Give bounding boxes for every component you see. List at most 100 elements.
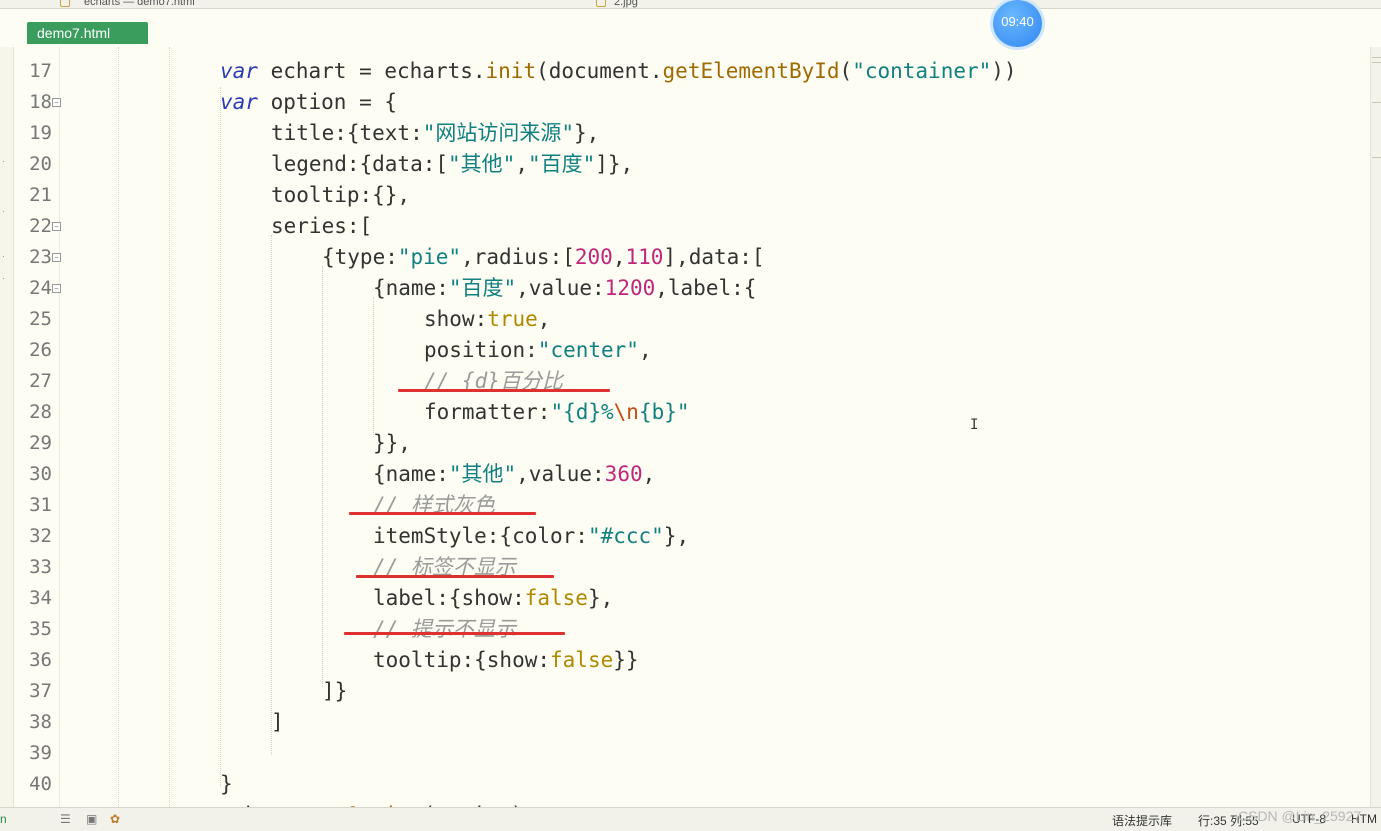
code-token: }},	[373, 431, 411, 455]
code-token: ,radius:[	[461, 245, 575, 269]
code-line[interactable]: var echart = echarts.init(document.getEl…	[220, 56, 1017, 87]
code-line[interactable]: {name:"百度",value:1200,label:{	[373, 273, 756, 304]
code-line[interactable]: }	[220, 769, 233, 800]
code-token: ,	[642, 462, 656, 486]
window-tab-fragment-image[interactable]: 2.jpg	[614, 0, 638, 8]
annotation-underline	[349, 512, 536, 515]
code-token: label:{show:	[373, 586, 525, 610]
line-number: 29	[29, 432, 52, 454]
code-line[interactable]: ]	[271, 707, 284, 738]
code-line[interactable]: ]}	[322, 676, 347, 707]
code-line[interactable]: echart.setOption(option);	[220, 800, 536, 807]
line-number: 39	[29, 742, 52, 764]
code-line[interactable]: position:"center",	[424, 335, 652, 366]
line-number: 21	[29, 184, 52, 206]
code-token: ,value:	[516, 276, 605, 300]
panel-marker: ·	[2, 252, 5, 261]
text-cursor-icon: I	[970, 417, 979, 433]
code-line[interactable]: // 标签不显示	[373, 552, 516, 583]
line-number: 34	[29, 587, 52, 609]
code-token: option = {	[257, 90, 398, 114]
code-line[interactable]: itemStyle:{color:"#ccc"},	[373, 521, 689, 552]
scroll-marker	[1372, 157, 1381, 158]
code-token: "网站访问来源"	[422, 121, 575, 145]
code-line[interactable]: legend:{data:["其他","百度"]},	[271, 149, 633, 180]
window-tab-fragment[interactable]: echarts — demo7.html	[84, 0, 195, 8]
code-token: },	[663, 524, 690, 548]
code-token: 360	[604, 462, 643, 486]
status-bar: n ☰ ▣ ✿ 语法提示库 行:35 列:55 UTF-8 HTM CSDN @…	[0, 807, 1381, 831]
indent-guide	[373, 297, 374, 437]
code-token: itemStyle:{color:	[373, 524, 588, 548]
line-number: 32	[29, 525, 52, 547]
code-token: tooltip:{show:	[373, 648, 551, 672]
line-number: 24	[29, 277, 52, 299]
vertical-scrollbar[interactable]	[1370, 47, 1381, 807]
code-token: "#ccc"	[587, 524, 664, 548]
code-line[interactable]: {type:"pie",radius:[200,110],data:[	[322, 242, 765, 273]
code-token: series:[	[271, 214, 373, 238]
code-line[interactable]: }},	[373, 428, 411, 459]
code-token: var	[220, 90, 258, 114]
code-line[interactable]: // 提示不显示	[373, 614, 516, 645]
line-number: 25	[29, 308, 52, 330]
code-token: "pie"	[397, 245, 462, 269]
code-token: var	[220, 59, 258, 83]
code-line[interactable]: // 样式灰色	[373, 490, 495, 521]
watermark: CSDN @Lin_25927	[1238, 808, 1362, 824]
code-token: }}	[613, 648, 639, 672]
line-number: 38	[29, 711, 52, 733]
settings-icon[interactable]: ✿	[110, 812, 120, 826]
list-icon[interactable]: ☰	[60, 812, 71, 826]
code-token: "百度"	[448, 276, 517, 300]
line-number-gutter: 17 18−19 20 21 22−23−24−25 26 27 28 29 30 31 32 33 34…	[14, 47, 61, 826]
code-token: false	[524, 586, 588, 610]
window-top-bar: echarts — demo7.html 2.jpg	[0, 0, 1381, 9]
line-number: 20	[29, 153, 52, 175]
code-line[interactable]: var option = {	[220, 87, 397, 118]
code-token: },	[574, 121, 600, 145]
code-line[interactable]: tooltip:{},	[271, 180, 410, 211]
scroll-marker	[1372, 102, 1381, 103]
file-icon	[60, 0, 70, 7]
tab-demo7-html[interactable]: demo7.html	[27, 22, 148, 44]
editor-tab-bar: demo7.html	[0, 9, 1381, 47]
code-token: {type:	[322, 245, 398, 269]
code-line[interactable]: series:[	[271, 211, 372, 242]
code-token: position:	[424, 338, 538, 362]
indent-guide	[118, 47, 119, 807]
code-token: title:{text:	[271, 121, 423, 145]
code-line[interactable]: label:{show:false},	[373, 583, 613, 614]
code-line[interactable]: show:true,	[424, 304, 550, 335]
line-number: 35	[29, 618, 52, 640]
code-token: getElementById	[662, 59, 840, 83]
image-icon[interactable]: ▣	[86, 812, 97, 826]
code-token: {name:	[373, 462, 449, 486]
code-token: true	[487, 307, 538, 331]
code-token: }	[220, 772, 233, 796]
code-token: ))	[991, 59, 1017, 83]
floating-clock-widget[interactable]: 09:40	[993, 0, 1042, 47]
code-token: ,label:{	[655, 276, 757, 300]
line-number: 40	[29, 773, 52, 795]
scroll-marker	[1372, 62, 1381, 63]
code-line[interactable]: tooltip:{show:false}}	[373, 645, 639, 676]
line-number: 28	[29, 401, 52, 423]
code-token: ,	[537, 307, 551, 331]
line-number: 27	[29, 370, 52, 392]
code-token: init	[485, 59, 537, 83]
code-token: echart = echarts.	[257, 59, 486, 83]
side-panel-strip: · · · ·	[0, 47, 14, 807]
code-token: ,value:	[516, 462, 605, 486]
code-line[interactable]: title:{text:"网站访问来源"},	[271, 118, 599, 149]
code-token: ,	[612, 245, 626, 269]
code-editor[interactable]: var echart = echarts.init(document.getEl…	[60, 47, 1370, 807]
code-token: },	[587, 586, 614, 610]
code-line[interactable]: {name:"其他",value:360,	[373, 459, 655, 490]
annotation-underline	[398, 389, 610, 392]
code-line[interactable]: formatter:"{d}%\n{b}"	[424, 397, 690, 428]
hint-library[interactable]: 语法提示库	[1112, 812, 1172, 829]
code-token: ]	[271, 710, 284, 734]
code-line[interactable]: // {d}百分比	[424, 366, 563, 397]
indent-guide	[271, 235, 272, 755]
